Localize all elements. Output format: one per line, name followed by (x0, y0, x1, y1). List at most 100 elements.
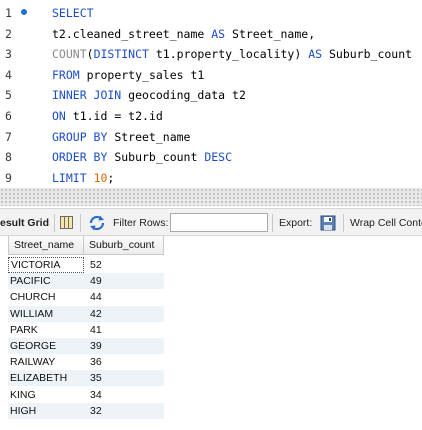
result-toolbar: esult Grid Filter Rows: Export: Wrap Cel… (0, 208, 422, 236)
code-line[interactable]: 4 FROM property_sales t1 (0, 65, 422, 85)
cell-suburb-count[interactable]: 36 (84, 354, 164, 370)
table-row[interactable]: GEORGE 39 (0, 338, 164, 354)
row-header[interactable] (0, 322, 8, 338)
wrap-cell-content-button[interactable]: Wrap Cell Conte (350, 217, 422, 229)
row-header[interactable] (0, 403, 8, 419)
cell-suburb-count[interactable]: 52 (84, 257, 164, 273)
cell-street-name[interactable]: PACIFIC (8, 273, 84, 290)
line-number: 4 (5, 67, 12, 82)
cell-street-name[interactable]: KING (8, 387, 84, 403)
sql-keyword: FROM (52, 67, 80, 82)
cell-suburb-count[interactable]: 41 (84, 322, 164, 338)
grid-icon[interactable] (60, 216, 73, 229)
sql-editor[interactable]: 1 SELECT 2 t2.cleaned_street_name AS Street… (0, 0, 422, 188)
export-label: Export: (279, 217, 313, 229)
grid-header: Street_name Suburb_count (8, 236, 164, 255)
sql-keyword: DISTINCT (93, 47, 149, 62)
code-line[interactable]: 3 COUNT(DISTINCT t1.property_locality) AS… (0, 44, 422, 64)
cell-suburb-count[interactable]: 44 (84, 289, 164, 305)
sql-keyword: SELECT (52, 6, 94, 20)
cell-street-name[interactable]: GEORGE (8, 338, 84, 354)
line-number: 9 (5, 170, 12, 185)
column-header-suburb-count[interactable]: Suburb_count (84, 236, 164, 255)
result-grid-tab[interactable]: esult Grid (0, 217, 49, 229)
sql-text: t1.property_locality) (148, 47, 309, 62)
sql-text: t2.cleaned_street_name (52, 26, 212, 41)
cell-suburb-count[interactable]: 32 (84, 402, 164, 419)
sql-keyword: AS (211, 26, 226, 41)
sql-text: Suburb_count (322, 47, 413, 62)
line-number: 5 (5, 88, 12, 103)
cell-street-name[interactable]: ELIZABETH (8, 370, 84, 387)
cell-suburb-count[interactable]: 49 (84, 273, 164, 290)
cell-suburb-count[interactable]: 39 (84, 338, 164, 354)
table-row[interactable]: ELIZABETH 35 (0, 370, 164, 387)
code-line[interactable]: 8 ORDER BY Suburb_count DESC (0, 147, 422, 167)
code-text: SELECT (52, 3, 94, 23)
line-number: 1 (5, 6, 12, 20)
sql-keyword: ON (52, 109, 66, 123)
table-row[interactable]: RAILWAY 36 (0, 354, 164, 370)
line-number: 8 (5, 150, 12, 165)
sql-keyword: LIMIT (52, 170, 87, 185)
cell-suburb-count[interactable]: 34 (84, 387, 164, 403)
cell-street-name[interactable]: WILLIAM (8, 305, 84, 322)
sql-text: geocoding_data t2 (121, 88, 246, 103)
sql-number: 10 (93, 170, 108, 185)
table-row[interactable]: HIGH 32 (0, 402, 164, 419)
result-grid: Street_name Suburb_count VICTORIA 52 PACIF… (0, 236, 422, 430)
cell-street-name[interactable]: PARK (8, 322, 84, 338)
cell-suburb-count[interactable]: 42 (84, 305, 164, 322)
cell-street-name[interactable]: RAILWAY (8, 354, 84, 370)
row-header[interactable] (0, 273, 8, 289)
save-icon[interactable] (320, 215, 336, 231)
row-header[interactable] (0, 306, 8, 322)
sql-keyword: DESC (204, 150, 233, 165)
cell-street-name[interactable]: HIGH (8, 402, 84, 419)
code-line[interactable]: 5 INNER JOIN geocoding_data t2 (0, 85, 422, 105)
table-row[interactable]: PARK 41 (0, 322, 164, 338)
panel-splitter[interactable] (0, 188, 422, 206)
code-text: t2.cleaned_street_name AS Street_name, (52, 24, 315, 44)
row-header[interactable] (0, 354, 8, 370)
table-row[interactable]: WILLIAM 42 (0, 305, 164, 322)
line-number: 3 (5, 47, 12, 62)
code-text: ON t1.id = t2.id (52, 106, 163, 126)
sql-keyword: INNER JOIN (52, 88, 122, 103)
code-line[interactable]: 9 LIMIT 10; (0, 168, 422, 188)
cell-street-name[interactable]: VICTORIA (8, 257, 84, 273)
sql-keyword: GROUP BY (52, 129, 108, 144)
filter-rows-input[interactable] (170, 213, 268, 232)
line-number: 6 (5, 109, 12, 123)
code-text: GROUP BY Street_name (52, 127, 190, 147)
sql-text: Street_name, (225, 26, 316, 41)
code-line[interactable]: 1 SELECT (0, 3, 422, 23)
code-text: INNER JOIN geocoding_data t2 (52, 85, 246, 105)
table-row[interactable]: VICTORIA 52 (0, 257, 164, 273)
toolbar-divider (272, 214, 273, 232)
table-row[interactable]: CHURCH 44 (0, 289, 164, 305)
sql-text: Suburb_count (107, 150, 205, 165)
toolbar-divider (54, 214, 55, 232)
row-header[interactable] (0, 370, 8, 386)
table-row[interactable]: KING 34 (0, 387, 164, 403)
row-header[interactable] (0, 289, 8, 305)
sql-text: Street_name (107, 129, 191, 144)
sql-function: COUNT (52, 47, 87, 62)
row-header[interactable] (0, 257, 8, 273)
row-header[interactable] (0, 387, 8, 403)
sql-text: ; (107, 170, 115, 185)
column-header-street-name[interactable]: Street_name (8, 236, 84, 255)
code-line[interactable]: 7 GROUP BY Street_name (0, 127, 422, 147)
code-line[interactable]: 2 t2.cleaned_street_name AS Street_name, (0, 24, 422, 44)
sql-text: property_sales t1 (79, 67, 205, 82)
row-header[interactable] (0, 338, 8, 354)
toolbar-divider (343, 214, 344, 232)
refresh-icon[interactable] (88, 214, 106, 232)
sql-keyword: AS (308, 47, 323, 62)
code-line[interactable]: 6 ON t1.id = t2.id (0, 106, 422, 126)
statement-marker-icon[interactable] (21, 9, 27, 15)
cell-suburb-count[interactable]: 35 (84, 370, 164, 387)
table-row[interactable]: PACIFIC 49 (0, 273, 164, 290)
cell-street-name[interactable]: CHURCH (8, 289, 84, 305)
